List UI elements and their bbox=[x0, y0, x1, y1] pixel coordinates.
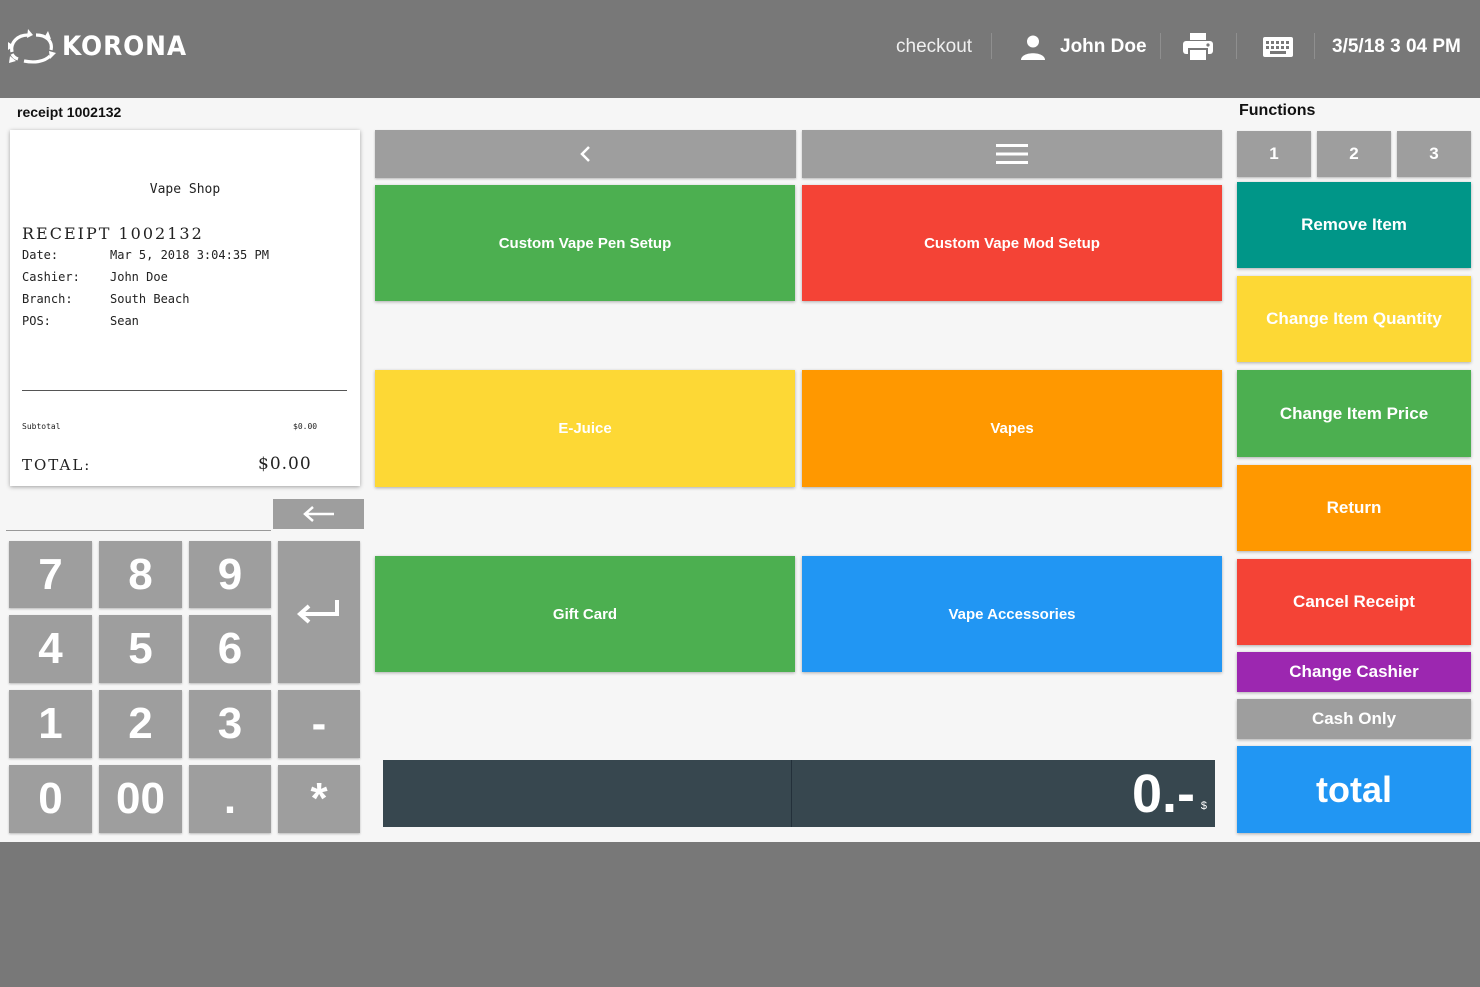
main-area: receipt 1002132 Functions Vape Shop RECE… bbox=[0, 98, 1480, 842]
key-8[interactable]: 8 bbox=[99, 541, 182, 608]
cancel-receipt-button[interactable]: Cancel Receipt bbox=[1237, 559, 1471, 645]
functions-tab-1[interactable]: 1 bbox=[1237, 131, 1311, 177]
key-2[interactable]: 2 bbox=[99, 690, 182, 758]
print-button[interactable] bbox=[1182, 0, 1214, 94]
keypad-input-field[interactable] bbox=[6, 530, 271, 531]
key-decimal[interactable]: . bbox=[189, 765, 271, 833]
receipt-divider bbox=[22, 390, 347, 391]
key-6[interactable]: 6 bbox=[189, 615, 271, 683]
product-custom-vape-pen-setup[interactable]: Custom Vape Pen Setup bbox=[375, 185, 795, 301]
header-divider bbox=[991, 33, 992, 59]
change-item-price-button[interactable]: Change Item Price bbox=[1237, 370, 1471, 457]
key-multiply[interactable]: * bbox=[278, 765, 360, 833]
amount-value: 0.- bbox=[1131, 764, 1195, 824]
receipt-row-pos: POS: Sean bbox=[22, 314, 139, 328]
product-e-juice[interactable]: E-Juice bbox=[375, 370, 795, 487]
user-menu[interactable]: John Doe bbox=[1020, 0, 1147, 94]
product-custom-vape-mod-setup[interactable]: Custom Vape Mod Setup bbox=[802, 185, 1222, 301]
product-vape-accessories[interactable]: Vape Accessories bbox=[802, 556, 1222, 672]
receipt-total-label: TOTAL: bbox=[22, 456, 92, 474]
cash-only-button[interactable]: Cash Only bbox=[1237, 699, 1471, 739]
functions-tab-3[interactable]: 3 bbox=[1397, 131, 1471, 177]
top-bar: KORONA checkout John Doe 3/5/18 3 04 PM bbox=[0, 0, 1480, 98]
receipt-number-label: receipt 1002132 bbox=[17, 104, 122, 120]
printer-icon bbox=[1183, 33, 1213, 62]
key-3[interactable]: 3 bbox=[189, 690, 271, 758]
receipt-subtotal-value: $0.00 bbox=[293, 422, 318, 431]
amount-display: 0.- $ bbox=[383, 760, 1215, 827]
receipt-preview: Vape Shop RECEIPT 1002132 Date: Mar 5, 20… bbox=[10, 130, 360, 486]
return-button[interactable]: Return bbox=[1237, 465, 1471, 551]
korona-logo-icon bbox=[8, 29, 56, 64]
header-divider bbox=[1160, 33, 1161, 59]
korona-logo: KORONA bbox=[6, 26, 198, 66]
backspace-button[interactable] bbox=[273, 499, 364, 529]
change-cashier-button[interactable]: Change Cashier bbox=[1237, 652, 1471, 692]
enter-key[interactable] bbox=[278, 541, 360, 683]
header-divider bbox=[1314, 33, 1315, 59]
receipt-row-cashier: Cashier: John Doe bbox=[22, 270, 168, 284]
receipt-title: RECEIPT 1002132 bbox=[22, 224, 204, 243]
brand-name: KORONA bbox=[62, 30, 188, 62]
key-4[interactable]: 4 bbox=[9, 615, 92, 683]
header-divider bbox=[1236, 33, 1237, 59]
receipt-total-value: $0.00 bbox=[258, 454, 312, 474]
key-5[interactable]: 5 bbox=[99, 615, 182, 683]
total-button[interactable]: total bbox=[1237, 746, 1471, 833]
product-gift-card[interactable]: Gift Card bbox=[375, 556, 795, 672]
functions-label: Functions bbox=[1239, 102, 1316, 119]
keyboard-button[interactable] bbox=[1262, 0, 1294, 94]
receipt-shop-name: Vape Shop bbox=[149, 182, 221, 197]
enter-arrow-icon bbox=[296, 600, 339, 624]
key-minus[interactable]: - bbox=[278, 690, 360, 758]
change-item-quantity-button[interactable]: Change Item Quantity bbox=[1237, 276, 1471, 362]
product-vapes[interactable]: Vapes bbox=[802, 370, 1222, 487]
backspace-arrow-icon bbox=[302, 506, 334, 522]
menu-button[interactable] bbox=[802, 130, 1222, 178]
user-icon bbox=[1021, 35, 1045, 60]
hamburger-menu-icon bbox=[996, 144, 1028, 164]
currency-symbol: $ bbox=[1200, 800, 1207, 812]
back-button[interactable] bbox=[375, 130, 796, 178]
key-9[interactable]: 9 bbox=[189, 541, 271, 608]
keyboard-icon bbox=[1263, 37, 1293, 57]
key-7[interactable]: 7 bbox=[9, 541, 92, 608]
key-00[interactable]: 00 bbox=[99, 765, 182, 833]
chevron-left-icon bbox=[579, 146, 590, 162]
receipt-subtotal-label: Subtotal bbox=[22, 422, 61, 431]
functions-tab-2[interactable]: 2 bbox=[1317, 131, 1391, 177]
key-0[interactable]: 0 bbox=[9, 765, 92, 833]
receipt-row-branch: Branch: South Beach bbox=[22, 292, 190, 306]
user-name: John Doe bbox=[1060, 36, 1147, 57]
date-time: 3/5/18 3 04 PM bbox=[1332, 36, 1461, 57]
display-divider bbox=[791, 760, 792, 827]
remove-item-button[interactable]: Remove Item bbox=[1237, 182, 1471, 268]
checkout-link[interactable]: checkout bbox=[896, 0, 972, 94]
key-1[interactable]: 1 bbox=[9, 690, 92, 758]
receipt-row-date: Date: Mar 5, 2018 3:04:35 PM bbox=[22, 248, 269, 262]
